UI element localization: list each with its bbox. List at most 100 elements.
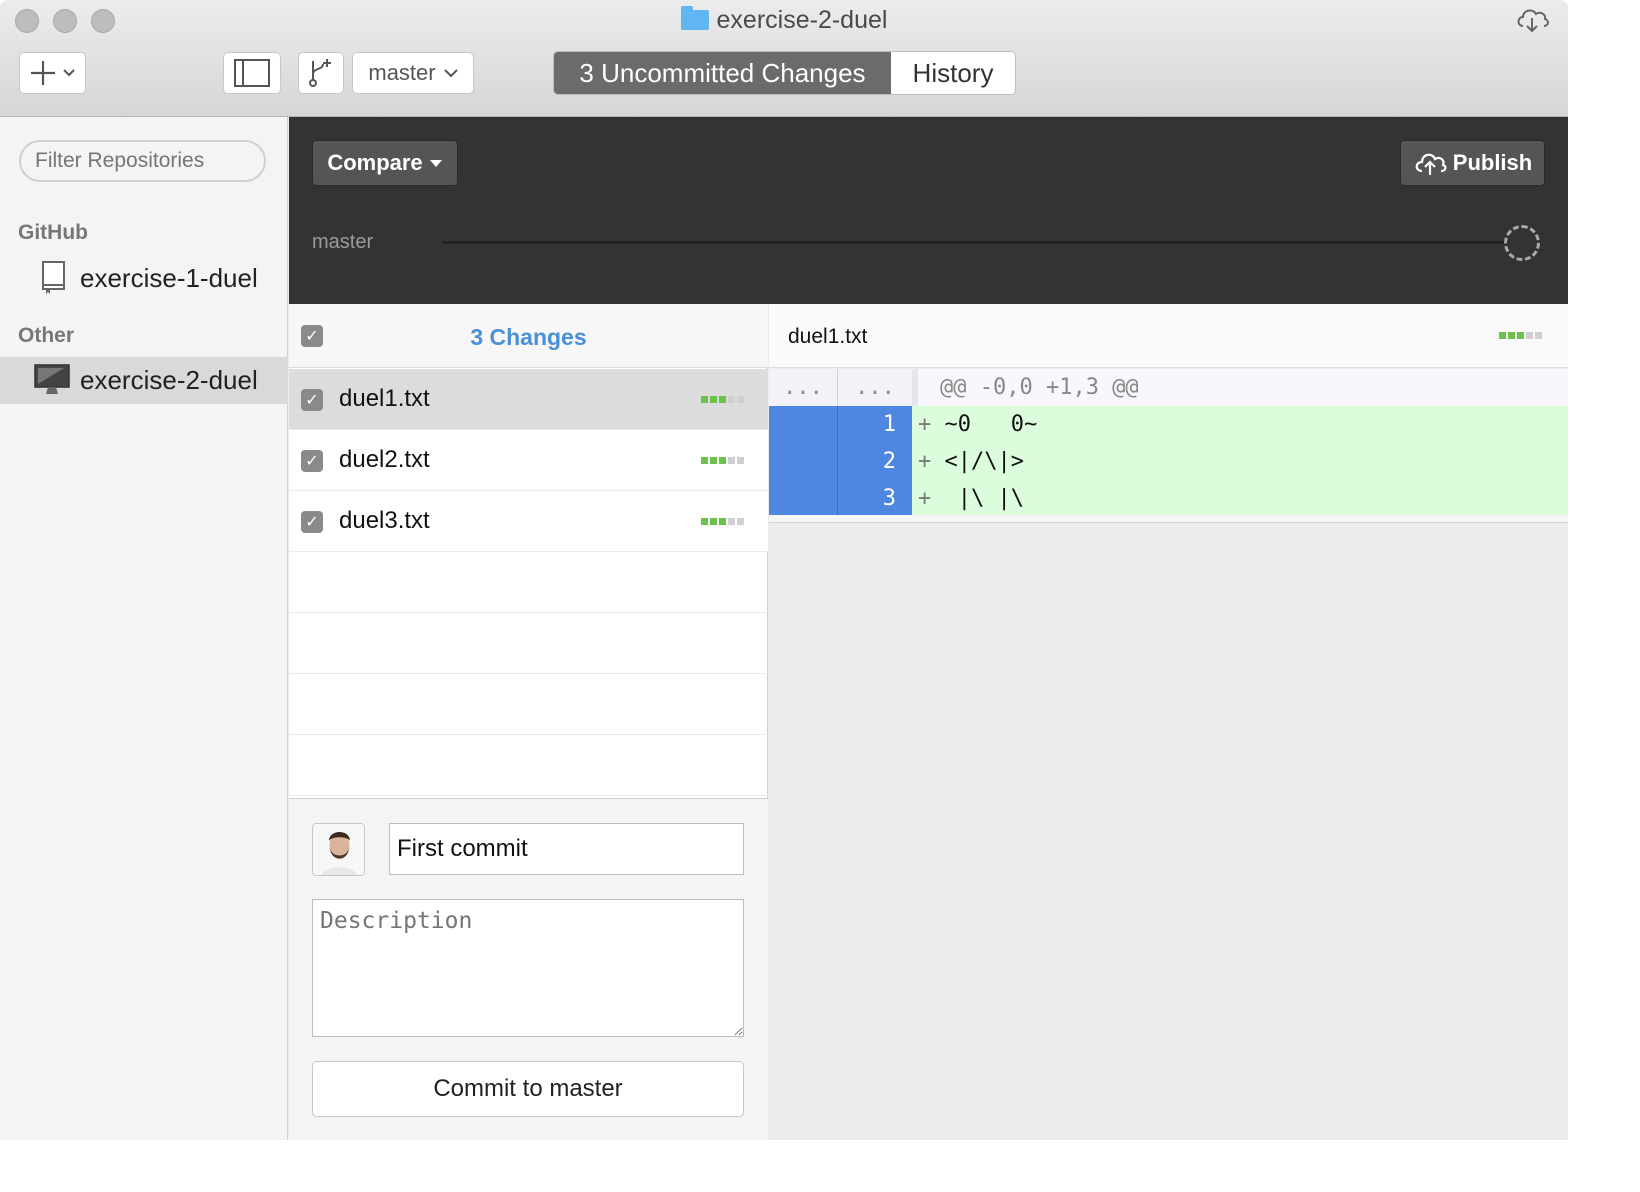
- publish-button-label: Publish: [1452, 150, 1533, 175]
- tab-history[interactable]: History: [891, 52, 1015, 94]
- hunk-header-text: @@ -0,0 +1,3 @@: [912, 369, 1568, 406]
- diff-line-content: + |\ |\: [912, 480, 1568, 517]
- folder-icon: [680, 6, 709, 30]
- old-line-number[interactable]: [769, 443, 837, 480]
- cloud-sync-icon[interactable]: [1514, 4, 1550, 34]
- diffstat-block: [701, 457, 708, 464]
- diffstat-block: [1535, 332, 1542, 339]
- diffstat-block: [710, 457, 717, 464]
- file-row[interactable]: ✓ duel2.txt: [289, 430, 768, 491]
- empty-row: [289, 613, 768, 674]
- sidebar-item-label: exercise-1-duel: [80, 263, 258, 293]
- diffstat-icon: [701, 518, 744, 525]
- diff-line[interactable]: 3 + |\ |\: [769, 480, 1568, 517]
- caret-down-icon: [429, 159, 442, 167]
- diffstat-icon: [701, 457, 744, 464]
- diff-line[interactable]: 1 + ~0 0~: [769, 406, 1568, 443]
- diffstat-block: [737, 396, 744, 403]
- file-checkbox[interactable]: ✓: [301, 450, 323, 472]
- old-line-number[interactable]: [769, 480, 837, 517]
- diffstat-icon: [1499, 332, 1542, 339]
- commit-summary-input[interactable]: [389, 823, 744, 875]
- compare-button-label: Compare: [327, 150, 423, 175]
- diff-lines: ... ... @@ -0,0 +1,3 @@ 1 + ~0 0~ 2 + <|…: [769, 369, 1568, 517]
- toggle-sidebar-button[interactable]: [223, 52, 281, 94]
- commit-button[interactable]: Commit to master: [312, 1061, 744, 1117]
- sidebar-section-github: GitHub: [18, 221, 88, 244]
- diff-file-name: duel1.txt: [788, 325, 868, 348]
- uncommitted-node-icon[interactable]: [1504, 225, 1540, 261]
- window-title-text: exercise-2-duel: [716, 6, 888, 34]
- diffstat-block: [1526, 332, 1533, 339]
- diff-sign: +: [918, 449, 932, 474]
- diffstat-block: [728, 518, 735, 525]
- plus-chevron-icon: [30, 61, 75, 85]
- timeline-branch-label: master: [312, 231, 374, 253]
- tab-uncommitted-changes[interactable]: 3 Uncommitted Changes: [554, 52, 891, 94]
- diff-header: duel1.txt: [769, 304, 1568, 368]
- branch-selector[interactable]: master: [352, 52, 474, 94]
- diff-sign: +: [918, 412, 932, 437]
- commit-description-input[interactable]: [312, 899, 744, 1037]
- cloud-upload-icon: [1415, 153, 1447, 175]
- compare-bar: Compare Publish master: [289, 117, 1568, 304]
- file-checkbox[interactable]: ✓: [301, 511, 323, 533]
- new-line-number[interactable]: 2: [837, 443, 912, 480]
- sidebar-section-other: Other: [18, 324, 75, 347]
- branch-icon: [309, 59, 331, 87]
- diffstat-block: [1508, 332, 1515, 339]
- diffstat-block: [737, 457, 744, 464]
- toolbar: exercise-2-duel master 3 Uncommitted Cha…: [0, 0, 1568, 117]
- file-row[interactable]: ✓ duel3.txt: [289, 491, 768, 552]
- file-name: duel1.txt: [339, 385, 430, 412]
- publish-button[interactable]: Publish: [1400, 140, 1545, 186]
- branch-selector-label: master: [368, 60, 436, 85]
- file-row[interactable]: ✓ duel1.txt: [289, 369, 768, 430]
- changes-count: 3 Changes: [470, 324, 587, 350]
- diffstat-block: [719, 457, 726, 464]
- sidebar-item-exercise-2-duel[interactable]: exercise-2-duel: [0, 357, 288, 404]
- old-line-number[interactable]: [769, 406, 837, 443]
- computer-icon: [34, 364, 70, 394]
- diffstat-block: [719, 518, 726, 525]
- sidebar-item-exercise-1-duel[interactable]: exercise-1-duel: [0, 255, 288, 302]
- diffstat-block: [701, 396, 708, 403]
- add-repository-button[interactable]: [19, 52, 86, 94]
- diffstat-block: [710, 396, 717, 403]
- repo-book-icon: [42, 261, 65, 294]
- diffstat-block: [1499, 332, 1506, 339]
- diffstat-block: [728, 396, 735, 403]
- file-name: duel2.txt: [339, 446, 430, 473]
- user-avatar: [312, 823, 365, 876]
- app-window: exercise-2-duel master 3 Uncommitted Cha…: [0, 0, 1568, 1140]
- diffstat-icon: [701, 396, 744, 403]
- window-title: exercise-2-duel: [0, 6, 1568, 35]
- create-branch-button[interactable]: [298, 52, 344, 94]
- diff-sign: +: [918, 486, 932, 511]
- compare-button[interactable]: Compare: [312, 140, 458, 186]
- file-checkbox[interactable]: ✓: [301, 389, 323, 411]
- diff-line-text: |\ |\: [944, 486, 1024, 511]
- diffstat-block: [701, 518, 708, 525]
- empty-row: [289, 674, 768, 735]
- diffstat-block: [710, 518, 717, 525]
- old-line-gutter: ...: [769, 369, 837, 406]
- changes-panel: ✓ 3 Changes ✓ duel1.txt ✓ duel2.txt ✓ du…: [289, 304, 768, 1140]
- user-avatar-image: [313, 824, 364, 875]
- sidebar-toggle-icon: [234, 59, 270, 87]
- new-line-gutter: ...: [837, 369, 912, 406]
- file-name: duel3.txt: [339, 507, 430, 534]
- new-line-number[interactable]: 3: [837, 480, 912, 517]
- empty-row: [289, 735, 768, 796]
- diffstat-block: [1517, 332, 1524, 339]
- empty-row: [289, 552, 768, 613]
- view-tabs: 3 Uncommitted Changes History: [553, 51, 1016, 95]
- diff-hunk-header: ... ... @@ -0,0 +1,3 @@: [769, 369, 1568, 406]
- new-line-number[interactable]: 1: [837, 406, 912, 443]
- diff-line[interactable]: 2 + <|/\|>: [769, 443, 1568, 480]
- diffstat-block: [728, 457, 735, 464]
- diff-line-content: + <|/\|>: [912, 443, 1568, 480]
- diffstat-block: [719, 396, 726, 403]
- branch-timeline: [442, 241, 1508, 244]
- filter-repositories-input[interactable]: [19, 140, 266, 182]
